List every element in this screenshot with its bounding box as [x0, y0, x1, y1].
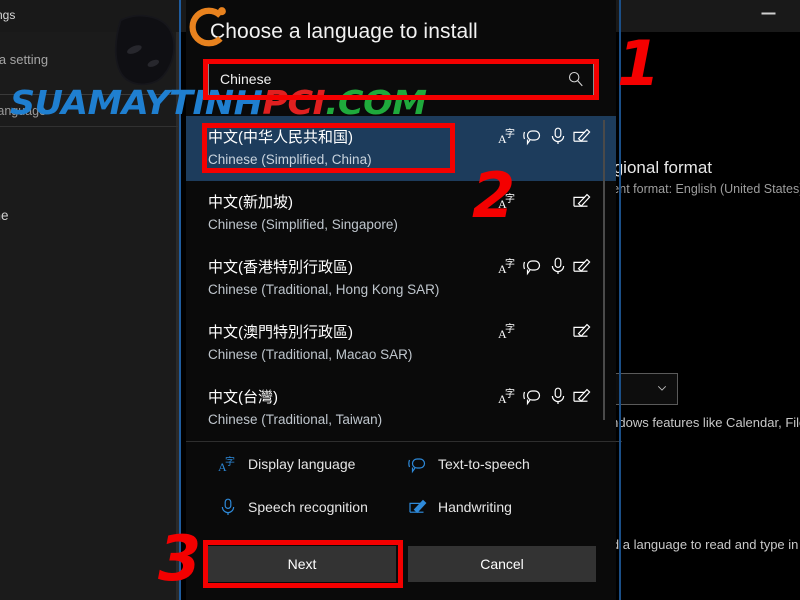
legend-handwriting: Handwriting [408, 497, 512, 517]
display-language-icon: A 字 [218, 455, 235, 474]
search-input[interactable]: Chinese [220, 71, 271, 87]
legend-speech-recognition: Speech recognition [218, 497, 368, 517]
dialog-title: Choose a language to install [210, 20, 478, 43]
display-language-icon: A 字 [498, 256, 518, 276]
sidebar-item-date-time[interactable]: Date & time [0, 208, 9, 223]
speech-recognition-icon [548, 256, 568, 276]
language-english-name: Chinese (Traditional, Hong Kong SAR) [208, 282, 440, 297]
search-icon[interactable] [567, 70, 585, 88]
legend-label: Display language [248, 456, 356, 472]
legend-label: Text-to-speech [438, 456, 530, 472]
list-item[interactable]: 中文(澳門特別行政區) Chinese (Traditional, Macao … [186, 311, 616, 376]
list-item[interactable]: 中文(中华人民共和国) Chinese (Simplified, China) … [186, 116, 616, 181]
language-list[interactable]: 中文(中华人民共和国) Chinese (Simplified, China) … [186, 116, 616, 438]
choose-language-dialog: Choose a language to install Chinese 中文(… [186, 0, 616, 600]
language-english-name: Chinese (Simplified, China) [208, 152, 372, 167]
content-accent-line [619, 0, 621, 600]
minimize-button[interactable] [762, 13, 775, 14]
sidebar-divider-top [0, 94, 178, 95]
legend-label: Handwriting [438, 499, 512, 515]
language-list-description: Add a language to read and type in that … [596, 537, 800, 552]
regional-format-description: Windows features like Calendar, File Exp… [596, 415, 800, 430]
feature-legend: A 字 Display language Text-to-speech Spee… [186, 441, 616, 528]
language-native-name: 中文(澳門特別行政區) [208, 324, 353, 341]
chevron-down-icon [657, 386, 667, 391]
language-search-box[interactable]: Chinese [208, 62, 594, 96]
handwriting-icon [409, 499, 427, 514]
legend-text-to-speech: Text-to-speech [408, 454, 530, 474]
language-native-name: 中文(台灣) [208, 389, 278, 406]
screen-root: Settings Find a setting Time & language … [0, 0, 800, 600]
settings-window-title: Settings [0, 8, 16, 22]
language-feature-icons: A 字 [498, 191, 592, 211]
language-feature-icons: A 字 [498, 386, 592, 406]
settings-search-field[interactable]: Find a setting [0, 52, 48, 67]
svg-text:字: 字 [505, 257, 515, 270]
handwriting-icon [572, 256, 592, 276]
svg-text:字: 字 [505, 127, 515, 140]
sidebar-group-header: Time & language [0, 104, 47, 118]
language-english-name: Chinese (Traditional, Taiwan) [208, 412, 383, 427]
language-native-name: 中文(中华人民共和国) [208, 129, 353, 146]
sidebar-divider-bottom [0, 126, 178, 127]
svg-text:字: 字 [505, 387, 515, 400]
display-language-icon: A 字 [498, 126, 518, 146]
legend-label: Speech recognition [248, 499, 368, 515]
handwriting-icon [572, 386, 592, 406]
language-english-name: Chinese (Traditional, Macao SAR) [208, 347, 413, 362]
language-feature-icons: A 字 [498, 256, 592, 276]
display-language-icon: A 字 [498, 191, 518, 211]
speech-recognition-icon [548, 126, 568, 146]
language-english-name: Chinese (Simplified, Singapore) [208, 217, 398, 232]
language-list-scrollbar[interactable] [603, 120, 605, 420]
language-native-name: 中文(新加坡) [208, 194, 293, 211]
svg-text:字: 字 [505, 192, 515, 205]
list-item[interactable]: 中文(新加坡) Chinese (Simplified, Singapore) … [186, 181, 616, 246]
display-language-icon: A 字 [498, 321, 518, 341]
svg-text:字: 字 [505, 322, 515, 335]
language-feature-icons: A 字 [498, 321, 592, 341]
text-to-speech-icon [523, 126, 543, 146]
handwriting-icon [572, 126, 592, 146]
dialog-footer: Next Cancel [186, 538, 616, 600]
cancel-button[interactable]: Cancel [408, 546, 596, 582]
text-to-speech-icon [523, 386, 543, 406]
text-to-speech-icon [408, 458, 426, 474]
display-language-icon: A 字 [498, 386, 518, 406]
language-native-name: 中文(香港特別行政區) [208, 259, 353, 276]
handwriting-icon [572, 321, 592, 341]
next-button[interactable]: Next [208, 546, 396, 582]
list-item[interactable]: 中文(香港特別行政區) Chinese (Traditional, Hong K… [186, 246, 616, 311]
handwriting-icon [572, 191, 592, 211]
speech-recognition-icon [221, 498, 235, 515]
text-to-speech-icon [523, 256, 543, 276]
language-feature-icons: A 字 [498, 126, 592, 146]
list-item[interactable]: 中文(台灣) Chinese (Traditional, Taiwan) A 字 [186, 376, 616, 438]
legend-display-language: A 字 Display language [218, 454, 355, 474]
dialog-left-accent-line [179, 0, 181, 600]
svg-text:字: 字 [225, 455, 235, 468]
speech-recognition-icon [548, 386, 568, 406]
